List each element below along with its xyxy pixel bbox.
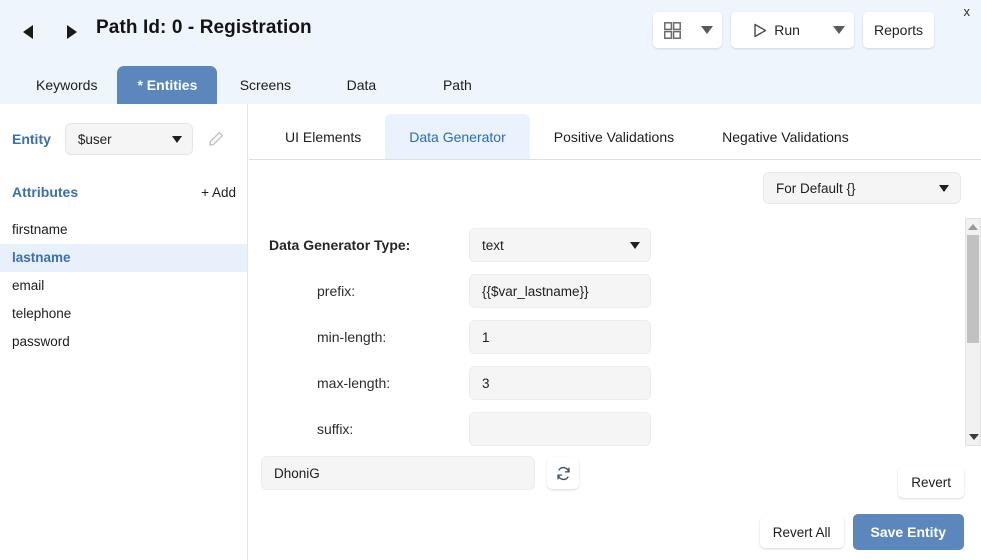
chevron-down-icon xyxy=(701,26,713,34)
layout-dropdown-button[interactable] xyxy=(692,12,722,48)
entity-sidebar: Entity $user Attributes + Add firstname … xyxy=(0,104,248,560)
triangle-right-icon xyxy=(67,25,77,39)
tab-positive-validations[interactable]: Positive Validations xyxy=(530,114,698,159)
play-icon xyxy=(753,23,767,38)
min-length-row: min-length: xyxy=(269,320,651,354)
layout-button-group xyxy=(653,12,722,48)
entity-select[interactable]: $user xyxy=(65,123,193,155)
generator-type-select[interactable]: text xyxy=(469,228,651,262)
tab-negative-validations[interactable]: Negative Validations xyxy=(698,114,873,159)
add-attribute-button[interactable]: + Add xyxy=(201,185,236,200)
run-button-label: Run xyxy=(774,22,800,38)
list-item[interactable]: telephone xyxy=(0,300,247,328)
min-length-label: min-length: xyxy=(269,329,469,345)
prefix-label: prefix: xyxy=(269,283,469,299)
tab-data[interactable]: Data xyxy=(313,66,409,104)
tab-ui-elements[interactable]: UI Elements xyxy=(261,114,385,159)
attributes-header: Attributes + Add xyxy=(12,184,236,200)
save-entity-button[interactable]: Save Entity xyxy=(853,514,964,550)
list-item[interactable]: password xyxy=(0,328,247,356)
app-header: Path Id: 0 - Registration xyxy=(0,0,981,104)
tab-keywords[interactable]: Keywords xyxy=(16,66,117,104)
header-toolbar: Run Reports xyxy=(653,12,934,48)
app-window: Path Id: 0 - Registration xyxy=(0,0,981,560)
entity-select-wrapper: $user xyxy=(65,123,193,155)
run-button-group: Run xyxy=(731,12,854,48)
regenerate-button[interactable] xyxy=(547,457,579,489)
grid-layout-icon xyxy=(664,22,681,39)
attribute-list: firstname lastname email telephone passw… xyxy=(0,216,247,356)
page-title: Path Id: 0 - Registration xyxy=(96,17,312,39)
chevron-up-icon xyxy=(968,224,978,230)
scrollbar-thumb[interactable] xyxy=(967,235,979,343)
generator-type-select-wrapper: text xyxy=(469,228,651,262)
context-select-wrapper: For Default {} xyxy=(763,172,961,204)
prefix-row: prefix: xyxy=(269,274,651,308)
prefix-input[interactable] xyxy=(469,274,651,308)
attributes-title: Attributes xyxy=(12,184,78,200)
close-icon[interactable]: x xyxy=(964,4,971,19)
chevron-down-icon xyxy=(969,434,979,440)
context-select[interactable]: For Default {} xyxy=(763,172,961,204)
suffix-row: suffix: xyxy=(269,412,651,446)
run-button[interactable]: Run xyxy=(731,12,824,48)
detail-panel: UI Elements Data Generator Positive Vali… xyxy=(249,104,981,560)
max-length-label: max-length: xyxy=(269,375,469,391)
scroll-up-button[interactable] xyxy=(966,219,980,234)
list-item[interactable]: firstname xyxy=(0,216,247,244)
list-item[interactable]: email xyxy=(0,272,247,300)
tab-entities[interactable]: * Entities xyxy=(117,66,217,104)
preview-row xyxy=(261,456,579,490)
layout-button[interactable] xyxy=(653,12,692,48)
back-button[interactable] xyxy=(14,18,42,46)
max-length-row: max-length: xyxy=(269,366,651,400)
panel-tab-bar: UI Elements Data Generator Positive Vali… xyxy=(249,114,981,160)
suffix-input[interactable] xyxy=(469,412,651,446)
refresh-icon xyxy=(555,465,572,482)
preview-value-input[interactable] xyxy=(261,456,535,490)
scroll-down-button[interactable] xyxy=(967,429,981,444)
reports-button-group: Reports xyxy=(863,12,934,48)
revert-all-button[interactable]: Revert All xyxy=(760,516,844,548)
main-tab-bar: Keywords * Entities Screens Data Path xyxy=(0,60,981,104)
generator-type-row: Data Generator Type: text xyxy=(269,228,651,262)
form-scrollbar[interactable] xyxy=(965,218,981,446)
navigation-arrows xyxy=(14,18,86,46)
tab-data-generator[interactable]: Data Generator xyxy=(385,114,530,159)
list-item[interactable]: lastname xyxy=(0,244,247,272)
generator-form: Data Generator Type: text prefix: min-le… xyxy=(249,218,943,448)
revert-button[interactable]: Revert xyxy=(898,466,964,498)
tab-path[interactable]: Path xyxy=(409,66,505,104)
triangle-left-icon xyxy=(23,25,33,39)
entity-label: Entity xyxy=(12,131,51,147)
pencil-icon[interactable] xyxy=(207,130,225,148)
footer-actions: Revert All Save Entity xyxy=(760,514,964,550)
reports-button[interactable]: Reports xyxy=(863,12,934,48)
min-length-input[interactable] xyxy=(469,320,651,354)
run-dropdown-button[interactable] xyxy=(824,12,854,48)
max-length-input[interactable] xyxy=(469,366,651,400)
tab-screens[interactable]: Screens xyxy=(217,66,313,104)
chevron-down-icon xyxy=(833,26,845,34)
suffix-label: suffix: xyxy=(269,421,469,437)
forward-button[interactable] xyxy=(58,18,86,46)
entity-selector-row: Entity $user xyxy=(12,123,225,155)
generator-type-label: Data Generator Type: xyxy=(269,237,469,253)
